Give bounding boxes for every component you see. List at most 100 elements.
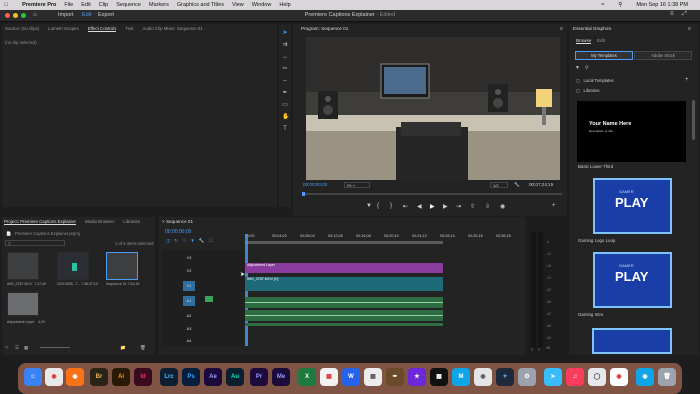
thumb-sequence-01[interactable] (106, 252, 138, 280)
menu-clip[interactable]: Clip (99, 2, 108, 8)
tab-source[interactable]: Source: (no clips) (5, 26, 39, 32)
globe-icon[interactable]: ◉ (636, 368, 654, 386)
adobe-stock-tab[interactable]: Adobe Stock (634, 51, 692, 60)
zoom-slider[interactable] (40, 347, 70, 348)
maya-icon[interactable]: M (452, 368, 470, 386)
graphics-tab-browse[interactable]: Browse (576, 38, 592, 44)
tab-import[interactable]: Import (58, 12, 74, 18)
mark-in-icon[interactable]: ▼ (366, 203, 372, 209)
track-v2[interactable]: V2 (183, 266, 195, 276)
chrome-icon[interactable]: ◉ (45, 368, 63, 386)
tab-media-browser[interactable]: Media Browser (85, 219, 114, 225)
essential-graphics-title[interactable]: Essential Graphics (573, 26, 611, 31)
photoshop-icon[interactable]: Ps (182, 368, 200, 386)
track-select-icon[interactable]: ⇉ (282, 42, 288, 48)
type-tool-icon[interactable]: T (282, 126, 288, 132)
app-grid-icon[interactable]: ▦ (430, 368, 448, 386)
search-icon[interactable]: ⚲ (618, 2, 622, 8)
wifi-icon[interactable]: ≈ (601, 2, 604, 8)
program-video-frame[interactable] (306, 37, 560, 180)
fit-dropdown[interactable]: Fit ˅ (344, 182, 370, 188)
graphics-menu-icon[interactable]: ≡ (688, 26, 691, 32)
menu-help[interactable]: Help (279, 2, 290, 8)
template-basic-lower-third[interactable]: Your Name Here Description or title (577, 101, 686, 162)
hand-icon[interactable]: ✋ (282, 114, 289, 120)
calendar-icon[interactable]: ▦ (320, 368, 338, 386)
timeline-timecode[interactable]: 00;00;00;00 (165, 229, 191, 235)
menu-markers[interactable]: Markers (149, 2, 169, 8)
my-templates-tab[interactable]: My Templates (575, 51, 633, 60)
track-a3[interactable]: A3 (183, 324, 195, 334)
graphics-search-icon[interactable]: ⚲ (585, 65, 589, 71)
timeline-tab[interactable]: × Sequence 01 (162, 219, 193, 224)
template-partial[interactable] (592, 328, 672, 354)
excel-icon[interactable]: X (298, 368, 316, 386)
tab-lumetri[interactable]: Lumetri Scopes (48, 26, 79, 32)
wrench-icon[interactable]: 🔧 (514, 182, 520, 188)
audio-clip-a3[interactable] (245, 323, 443, 326)
program-timecode[interactable]: 00;00;00;00 (303, 182, 327, 187)
track-a2[interactable]: A2 (183, 311, 195, 321)
audition-icon[interactable]: Au (226, 368, 244, 386)
menu-file[interactable]: File (64, 2, 73, 8)
go-to-out-icon[interactable]: ⇥ (456, 203, 461, 210)
mark-out-icon[interactable]: { (377, 203, 379, 209)
folder-libraries[interactable]: ▢ Libraries (576, 88, 600, 93)
menubar-clock[interactable]: Mon Sep 16 1:38 PM (636, 2, 688, 8)
extract-icon[interactable]: ⇩ (485, 203, 490, 210)
video-clip-v1[interactable]: IMG_3787.MOV [V] (245, 277, 443, 291)
program-monitor-title[interactable]: Program: Sequence 01 (301, 26, 348, 31)
zoom-window-icon[interactable] (21, 13, 26, 18)
safari-icon[interactable]: ➤ (544, 368, 562, 386)
lift-icon[interactable]: ⇧ (470, 203, 475, 210)
trash-icon[interactable]: 🗑 (140, 345, 146, 351)
photo-booth-icon[interactable]: ◉ (610, 368, 628, 386)
export-frame-icon[interactable]: ◉ (500, 203, 505, 210)
word-icon[interactable]: W (342, 368, 360, 386)
minimize-window-icon[interactable] (13, 13, 18, 18)
lightroom-icon[interactable]: Lrc (160, 368, 178, 386)
panel-menu-icon[interactable]: ≡ (560, 26, 563, 32)
new-bin-icon[interactable]: 📁 (120, 345, 126, 351)
add-button-icon[interactable]: + (552, 203, 556, 209)
rectangle-icon[interactable]: ▭ (282, 102, 288, 108)
menu-app-name[interactable]: Premiere Pro (22, 2, 56, 8)
firefox-icon[interactable]: ◉ (66, 368, 84, 386)
accessibility-icon[interactable]: ◉ (474, 368, 492, 386)
indesign-icon[interactable]: Id (134, 368, 152, 386)
preview-icon[interactable]: ▦ (364, 368, 382, 386)
folder-local-templates[interactable]: ▢ Local Templates (576, 78, 614, 83)
work-area-bar[interactable] (245, 241, 443, 244)
audio-clip-a1[interactable] (245, 297, 443, 308)
tab-edit[interactable]: Edit (82, 12, 91, 18)
meter-solo-left[interactable]: S (531, 348, 533, 352)
track-v1[interactable]: V1 (183, 281, 195, 291)
ripple-edit-icon[interactable]: ↔ (282, 54, 288, 60)
brush-app-icon[interactable]: ✒ (386, 368, 404, 386)
adjustment-layer-clip[interactable]: Adjustment Layer (245, 263, 443, 273)
write-lock-icon[interactable]: ✎ (5, 345, 9, 351)
menu-graphics[interactable]: Graphics and Titles (177, 2, 224, 8)
thumb-audio[interactable] (57, 252, 89, 280)
workspaces-icon[interactable]: ≡ (670, 11, 674, 17)
audio-clip-a2[interactable] (245, 310, 443, 321)
filter-icon[interactable]: ▼ (575, 65, 580, 71)
preview-app-icon[interactable]: ◯ (588, 368, 606, 386)
menu-sequence[interactable]: Sequence (116, 2, 141, 8)
template-gaming-intro[interactable]: GAMER PLAY (593, 252, 672, 308)
step-back-icon[interactable]: ◀ (417, 203, 422, 210)
menu-edit[interactable]: Edit (81, 2, 90, 8)
home-icon[interactable]: ⌂ (33, 12, 37, 18)
pen-icon[interactable]: ✒ (282, 90, 288, 96)
track-a4[interactable]: A4 (183, 336, 195, 346)
graphics-scrollbar[interactable] (692, 100, 695, 140)
close-window-icon[interactable] (5, 13, 10, 18)
media-encoder-icon[interactable]: Me (272, 368, 290, 386)
slip-icon[interactable]: ⇔ (282, 78, 288, 84)
go-to-in-icon[interactable]: ⇤ (403, 203, 408, 210)
music-icon[interactable]: ♫ (566, 368, 584, 386)
tab-project[interactable]: Project: Premiere Captions Explainer (4, 219, 76, 225)
trash-dock-icon[interactable]: 🗑 (658, 368, 676, 386)
fullscreen-icon[interactable]: ⤢ (682, 11, 687, 18)
selection-tool-icon[interactable]: ➤ (282, 30, 288, 36)
